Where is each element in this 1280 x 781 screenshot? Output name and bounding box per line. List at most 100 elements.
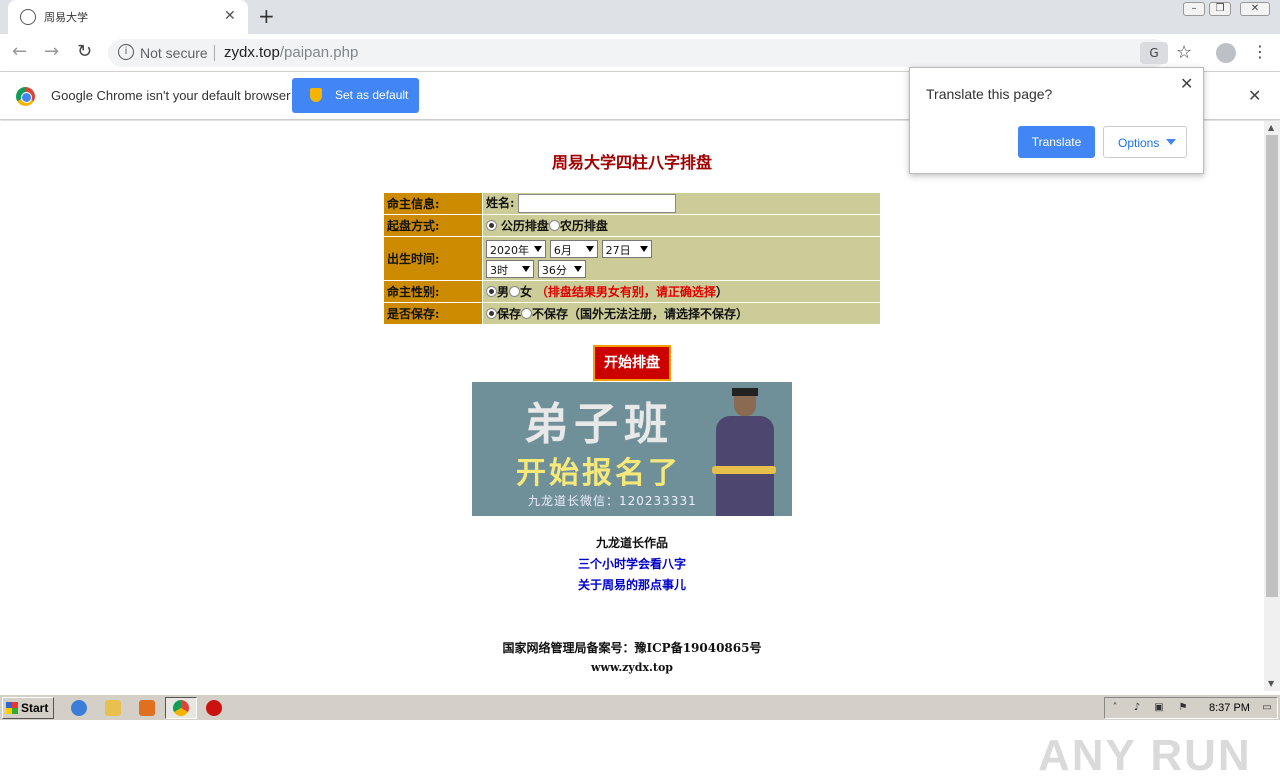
translate-question: Translate this page? (926, 86, 1053, 102)
ie-icon[interactable] (71, 700, 87, 716)
link-learn-bazi[interactable]: 三个小时学会看八字 (0, 555, 1264, 572)
gender-warning-close: ） (715, 285, 728, 299)
row-birth-value: 2020年 6月 27日 3时 36分 (482, 236, 881, 281)
window-close-icon[interactable]: ✕ (1240, 2, 1270, 16)
menu-dots-icon[interactable]: ⋮ (1252, 42, 1268, 61)
info-icon[interactable]: i (118, 44, 134, 60)
new-tab-icon[interactable]: + (258, 4, 275, 28)
options-button[interactable]: Options (1103, 126, 1187, 158)
banner-line3: 九龙道长微信：120233331 (528, 494, 697, 508)
chevron-down-icon (639, 245, 648, 252)
row-birth-label: 出生时间: (383, 236, 483, 281)
translate-icon[interactable]: G (1140, 42, 1168, 64)
row-info-value: 姓名: (482, 192, 881, 215)
row-birth: 出生时间: 2020年 6月 27日 3时 36分 (383, 236, 881, 281)
year-select[interactable]: 2020年 (486, 239, 546, 258)
gender-warning: 排盘结果男女有别，请正确选择 (547, 285, 716, 299)
link-about-zhouyi[interactable]: 关于周易的那点事儿 (0, 576, 1264, 593)
options-label: Options (1118, 136, 1160, 150)
option-female-label: 女 (520, 285, 533, 299)
minute-value: 36分 (541, 263, 567, 277)
chevron-down-icon (522, 265, 530, 272)
row-gender-label: 命主性别: (383, 280, 483, 303)
scroll-down-icon[interactable]: ▼ (1268, 679, 1274, 688)
chevron-down-icon (585, 245, 594, 252)
tray-expand-icon[interactable]: ˄ (1109, 702, 1121, 714)
page-content: 周易大学四柱八字排盘 命主信息: 姓名: 起盘方式: 公历排盘 农历排盘 出生时间… (0, 121, 1264, 780)
icp-record: 国家网络管理局备案号：豫ICP备19040865号 (502, 641, 762, 655)
row-gender: 命主性别: 男女 （排盘结果男女有别，请正确选择） (383, 280, 881, 303)
radio-nosave[interactable] (521, 308, 533, 319)
folder-icon[interactable] (105, 700, 121, 716)
paipan-form: 命主信息: 姓名: 起盘方式: 公历排盘 农历排盘 出生时间: 2020年 6月 … (383, 192, 881, 325)
restore-icon[interactable]: ❐ (1209, 2, 1231, 16)
chevron-down-icon (573, 265, 582, 272)
minimize-icon[interactable]: – (1183, 2, 1205, 16)
infobar-close-icon[interactable]: ✕ (1248, 86, 1261, 105)
scrollbar-thumb[interactable] (1266, 135, 1278, 597)
option-save-label: 保存 (497, 307, 522, 321)
tab-strip: 周易大学 ✕ + – ❐ ✕ (0, 0, 1280, 34)
bubble-close-icon[interactable]: ✕ (1180, 74, 1193, 93)
show-desktop-icon[interactable]: ▭ (1261, 702, 1273, 714)
start-paipan-button[interactable]: 开始排盘 (593, 345, 671, 381)
action-center-flag-icon[interactable]: ⚑ (1177, 702, 1189, 714)
bookmark-star-icon[interactable]: ☆ (1176, 42, 1192, 63)
site-url: www.zydx.top (591, 661, 673, 674)
profile-avatar[interactable] (1216, 43, 1236, 63)
translate-button[interactable]: Translate (1018, 126, 1095, 158)
row-save: 是否保存: 保存 不保存（国外无法注册，请选择不保存） (383, 302, 881, 325)
minute-select[interactable]: 36分 (537, 259, 586, 278)
clock[interactable]: 8:37 PM (1209, 702, 1250, 714)
browser-tab[interactable]: 周易大学 ✕ (8, 0, 248, 34)
caret-down-icon (1166, 139, 1176, 145)
row-save-label: 是否保存: (383, 302, 483, 325)
reload-icon[interactable]: ↻ (77, 41, 92, 62)
radio-lunar[interactable] (548, 220, 560, 231)
address-bar[interactable]: i Not secure zydx.top/paipan.php G ☆ (108, 39, 1192, 67)
anyrun-watermark: ANY RUN (1038, 731, 1252, 780)
page-scrollbar[interactable]: ▲ ▼ (1264, 121, 1280, 691)
back-icon[interactable]: ← (12, 41, 27, 62)
hour-value: 3时 (490, 263, 508, 277)
security-label: Not secure (140, 45, 208, 61)
radio-male[interactable] (486, 286, 497, 297)
media-player-icon[interactable] (139, 700, 155, 716)
chevron-down-icon (534, 245, 542, 252)
day-select[interactable]: 27日 (601, 239, 652, 258)
forward-icon[interactable]: → (44, 41, 59, 62)
day-value: 27日 (605, 243, 631, 257)
stop-icon[interactable] (206, 700, 222, 716)
chrome-logo-icon (16, 87, 35, 106)
author-text: 九龙道长作品 (595, 536, 668, 550)
scroll-up-icon[interactable]: ▲ (1268, 123, 1274, 132)
radio-solar[interactable] (486, 220, 497, 231)
month-select[interactable]: 6月 (549, 239, 598, 258)
url-text[interactable]: zydx.top/paipan.php (224, 44, 358, 61)
option-lunar-label: 农历排盘 (559, 219, 608, 233)
option-male-label: 男 (497, 285, 510, 299)
year-value: 2020年 (490, 243, 529, 257)
system-tray: ˄ ♪ ▣ ⚑ 8:37 PM ▭ (1104, 697, 1278, 719)
url-path: /paipan.php (279, 44, 359, 61)
row-info-label: 命主信息: (383, 192, 483, 215)
infobar-message: Google Chrome isn't your default browser (51, 88, 291, 103)
row-method-value: 公历排盘 农历排盘 (482, 214, 881, 237)
taskbar-chrome-active[interactable] (165, 697, 197, 719)
set-default-label: Set as default (335, 88, 409, 102)
promo-banner[interactable]: 弟子班 开始报名了 九龙道长微信：120233331 (472, 382, 792, 516)
translate-bubble: Translate this page? ✕ Translate Options (909, 67, 1204, 174)
tab-close-icon[interactable]: ✕ (224, 8, 236, 24)
network-icon[interactable]: ▣ (1153, 702, 1165, 714)
banner-line2: 开始报名了 (516, 456, 681, 491)
radio-female[interactable] (509, 286, 521, 297)
name-label: 姓名: (486, 196, 515, 210)
volume-icon[interactable]: ♪ (1131, 702, 1143, 714)
hour-select[interactable]: 3时 (486, 259, 534, 278)
windows-taskbar: Start ˄ ♪ ▣ ⚑ 8:37 PM ▭ (0, 694, 1280, 720)
row-method: 起盘方式: 公历排盘 农历排盘 (383, 214, 881, 237)
start-button[interactable]: Start (2, 697, 54, 719)
set-default-button[interactable]: Set as default (292, 78, 419, 113)
name-input[interactable] (518, 194, 677, 213)
radio-save[interactable] (486, 308, 497, 319)
